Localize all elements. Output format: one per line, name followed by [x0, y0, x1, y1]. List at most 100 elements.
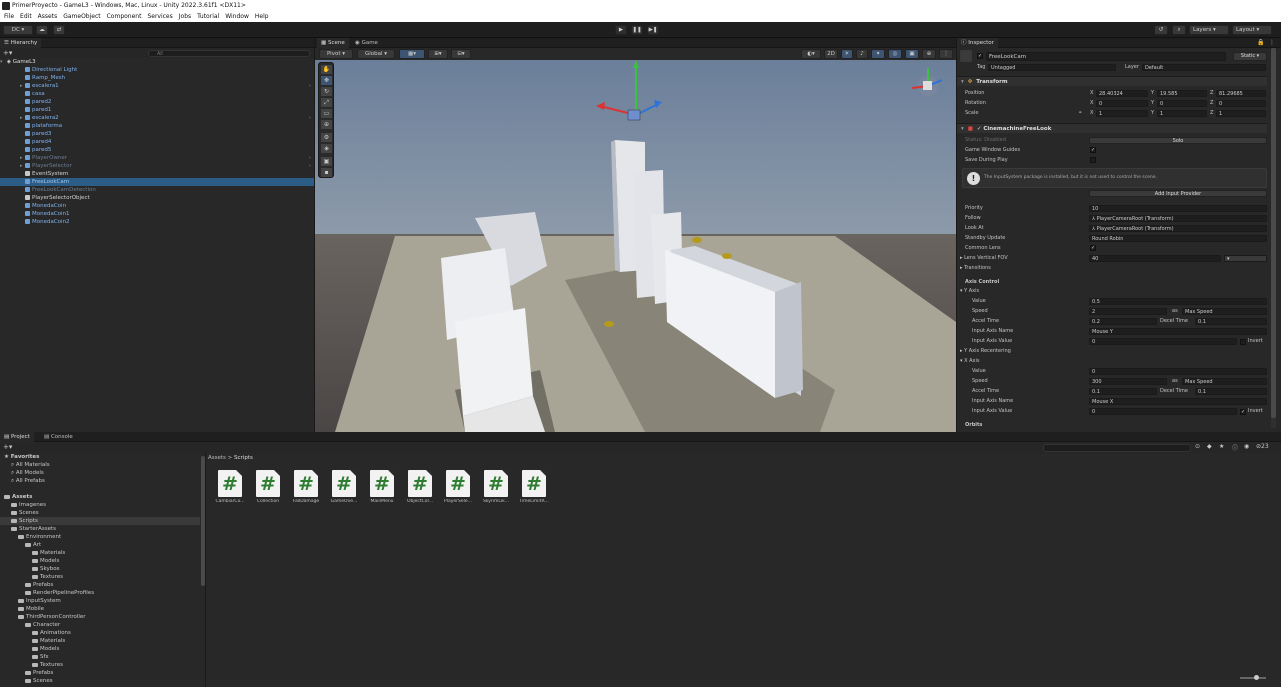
static-dropdown[interactable]: Static ▾ [1233, 52, 1267, 61]
project-tree-item[interactable]: Textures [0, 573, 200, 581]
effects-icon[interactable]: ✦ [871, 49, 885, 59]
hierarchy-item[interactable]: pared5 [0, 146, 314, 154]
hierarchy-item[interactable]: pared2 [0, 98, 314, 106]
inspector-scrollbar[interactable] [1271, 48, 1276, 428]
project-tree-item[interactable]: RenderPipelineProfiles [0, 589, 200, 597]
audio-icon[interactable]: ♪ [856, 49, 868, 59]
account-dropdown[interactable]: DC ▾ [3, 25, 33, 35]
label-filter-icon[interactable]: ◆ [1207, 443, 1212, 450]
project-tree-item[interactable]: Character [0, 621, 200, 629]
rotation-x-field[interactable]: 0 [1096, 100, 1148, 107]
global-dropdown[interactable]: Global ▾ [357, 49, 395, 59]
menu-assets[interactable]: Assets [38, 12, 58, 22]
project-tree-item[interactable]: ⌕ All Prefabs [0, 477, 200, 485]
tab-inspector[interactable]: ⓘ Inspector [957, 38, 998, 48]
project-tree-item[interactable]: Textures [0, 661, 200, 669]
project-search-input[interactable] [1043, 444, 1191, 452]
y-input-name-field[interactable]: Mouse Y [1089, 328, 1267, 335]
scene-root[interactable]: ▾ ◈ GameL3 [0, 58, 314, 66]
scale-y-field[interactable]: 1 [1157, 110, 1207, 117]
project-tree-item[interactable]: ⌕ All Models [0, 469, 200, 477]
tag-dropdown[interactable]: Untagged [988, 64, 1116, 71]
script-asset[interactable]: # TimeLimitR... [517, 470, 551, 510]
history-icon[interactable]: ↺ [1154, 25, 1168, 35]
tab-project[interactable]: ▤ Project [0, 432, 34, 442]
favorite-icon[interactable]: ★ [1219, 443, 1224, 450]
script-asset[interactable]: # CambiarCo... [213, 470, 247, 510]
x-input-value-field[interactable]: 0 [1089, 408, 1237, 415]
y-speed-field[interactable]: 2 [1089, 308, 1167, 315]
scale-tool-icon[interactable]: ⤢ [321, 98, 332, 107]
script-asset[interactable]: # FallDamage [289, 470, 323, 510]
project-tree-item[interactable]: Art [0, 541, 200, 549]
camera-icon[interactable]: ▣ [905, 49, 919, 59]
project-tree-item[interactable]: ThirdPersonController [0, 613, 200, 621]
pivot-dropdown[interactable]: Pivot ▾ [319, 49, 353, 59]
prefab-open-icon[interactable]: › [309, 114, 311, 122]
x-accel-field[interactable]: 0.1 [1089, 388, 1157, 395]
x-value-field[interactable]: 0 [1089, 368, 1267, 375]
hierarchy-item[interactable]: plataforma [0, 122, 314, 130]
search-icon[interactable]: ⌕ [1172, 25, 1186, 35]
hierarchy-item[interactable]: MonedaCoin2 [0, 218, 314, 226]
priority-field[interactable]: 10 [1089, 205, 1267, 212]
project-tree-item[interactable]: StarterAssets [0, 525, 200, 533]
hierarchy-item[interactable]: FreeLookCam [0, 178, 314, 186]
y-invert-checkbox[interactable] [1240, 339, 1246, 345]
layers-dropdown[interactable]: Layers ▾ [1189, 25, 1229, 35]
scale-z-field[interactable]: 1 [1216, 110, 1266, 117]
project-tree-item[interactable]: ★ Favorites [0, 453, 200, 461]
menu-window[interactable]: Window [225, 12, 249, 22]
x-speed-mode-dropdown[interactable]: Max Speed [1182, 378, 1267, 385]
position-x-field[interactable]: 28.40324 [1096, 90, 1148, 97]
follow-field[interactable]: ⅄ PlayerCameraRoot (Transform) [1089, 215, 1267, 222]
align-icon[interactable]: ⊟▾ [451, 49, 471, 59]
y-input-value-field[interactable]: 0 [1089, 338, 1237, 345]
info-toggle-icon[interactable]: ⓘ [1232, 443, 1238, 452]
prefab-open-icon[interactable]: › [309, 162, 311, 170]
camera-tool-icon[interactable]: ▣ [321, 157, 332, 166]
project-tree-item[interactable]: InputSystem [0, 597, 200, 605]
step-button[interactable]: ▶❚ [647, 25, 659, 35]
search-type-icon[interactable]: ⊙ [1195, 443, 1200, 450]
cloud-icon[interactable]: ☁ [36, 25, 48, 35]
prefab-open-icon[interactable]: › [309, 82, 311, 90]
project-tree-item[interactable]: Materials [0, 549, 200, 557]
hierarchy-item[interactable]: ▸ escalera1 › [0, 82, 314, 90]
project-tree-item[interactable]: Scripts [0, 517, 200, 525]
breadcrumb-scripts[interactable]: Scripts [234, 455, 253, 461]
fov-field[interactable]: 40 [1089, 255, 1221, 262]
add-icon[interactable]: +▾ [3, 49, 12, 57]
project-tree-item[interactable]: Environment [0, 533, 200, 541]
hierarchy-item[interactable]: ▸ escalera2 › [0, 114, 314, 122]
script-asset[interactable]: # SkyrimLik... [479, 470, 513, 510]
hierarchy-item[interactable]: ▸ PlayerSelector › [0, 162, 314, 170]
y-accel-field[interactable]: 0.2 [1089, 318, 1157, 325]
constrain-scale-icon[interactable]: ⚭ [1078, 109, 1082, 117]
cinemachine-enabled-check[interactable]: ✓ [977, 126, 982, 132]
y-decel-field[interactable]: 0.1 [1195, 318, 1267, 325]
tab-scene[interactable]: ▦ Scene [317, 38, 349, 48]
x-speed-field[interactable]: 300 [1089, 378, 1167, 385]
add-input-provider-button[interactable]: Add Input Provider [1089, 190, 1267, 197]
hierarchy-item[interactable]: PlayerSelectorObject [0, 194, 314, 202]
project-tree-item[interactable]: Mobile [0, 605, 200, 613]
menu-file[interactable]: File [4, 12, 14, 22]
play-button[interactable]: ▶ [615, 25, 627, 35]
transform-header[interactable]: ▾ ✥ Transform [957, 76, 1267, 86]
project-tree-item[interactable]: Models [0, 557, 200, 565]
tab-console[interactable]: ▤ Console [40, 432, 77, 442]
menu-jobs[interactable]: Jobs [179, 12, 191, 22]
cinemachine-header[interactable]: ▾ ■ ✓ CinemachineFreeLook [957, 123, 1267, 133]
project-tree-item[interactable]: Assets [0, 493, 200, 501]
position-z-field[interactable]: 81.29685 [1216, 90, 1266, 97]
active-checkbox[interactable]: ✓ [977, 53, 983, 59]
x-invert-checkbox[interactable]: ✓ [1240, 409, 1246, 415]
more-icon[interactable]: ⋮ [939, 49, 953, 59]
x-axis-foldout[interactable]: ▾ X Axis [960, 357, 980, 365]
layer-dropdown[interactable]: Default [1142, 64, 1266, 71]
script-asset[interactable]: # GameOve... [327, 470, 361, 510]
y-speed-mode-dropdown[interactable]: Max Speed [1182, 308, 1267, 315]
lighting-icon[interactable]: ☀ [841, 49, 853, 59]
tab-game[interactable]: ◉ Game [351, 38, 382, 48]
